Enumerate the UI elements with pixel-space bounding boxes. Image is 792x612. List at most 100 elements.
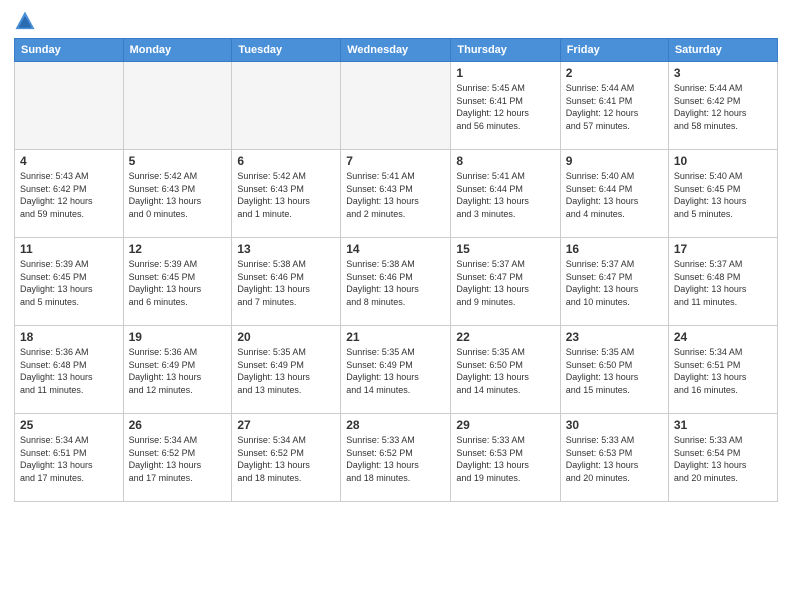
calendar-cell: 2 Sunrise: 5:44 AM Sunset: 6:41 PM Daylig… xyxy=(560,62,668,150)
calendar-cell: 5 Sunrise: 5:42 AM Sunset: 6:43 PM Daylig… xyxy=(123,150,232,238)
cell-info: Sunrise: 5:37 AM Sunset: 6:48 PM Dayligh… xyxy=(674,258,772,308)
calendar-cell xyxy=(15,62,124,150)
header xyxy=(14,10,778,32)
day-number: 27 xyxy=(237,418,335,432)
cell-info: Sunrise: 5:42 AM Sunset: 6:43 PM Dayligh… xyxy=(237,170,335,220)
day-number: 28 xyxy=(346,418,445,432)
calendar-cell: 3 Sunrise: 5:44 AM Sunset: 6:42 PM Daylig… xyxy=(668,62,777,150)
calendar-cell: 25 Sunrise: 5:34 AM Sunset: 6:51 PM Dayli… xyxy=(15,414,124,502)
day-header-sunday: Sunday xyxy=(15,39,124,62)
calendar-cell: 6 Sunrise: 5:42 AM Sunset: 6:43 PM Daylig… xyxy=(232,150,341,238)
calendar-cell: 17 Sunrise: 5:37 AM Sunset: 6:48 PM Dayli… xyxy=(668,238,777,326)
day-number: 4 xyxy=(20,154,118,168)
day-number: 13 xyxy=(237,242,335,256)
calendar-cell xyxy=(232,62,341,150)
calendar-table: SundayMondayTuesdayWednesdayThursdayFrid… xyxy=(14,38,778,502)
cell-info: Sunrise: 5:36 AM Sunset: 6:49 PM Dayligh… xyxy=(129,346,227,396)
day-number: 18 xyxy=(20,330,118,344)
day-number: 24 xyxy=(674,330,772,344)
cell-info: Sunrise: 5:41 AM Sunset: 6:43 PM Dayligh… xyxy=(346,170,445,220)
calendar-week-4: 18 Sunrise: 5:36 AM Sunset: 6:48 PM Dayli… xyxy=(15,326,778,414)
cell-info: Sunrise: 5:38 AM Sunset: 6:46 PM Dayligh… xyxy=(346,258,445,308)
calendar-cell: 10 Sunrise: 5:40 AM Sunset: 6:45 PM Dayli… xyxy=(668,150,777,238)
logo xyxy=(14,10,40,32)
calendar-cell: 12 Sunrise: 5:39 AM Sunset: 6:45 PM Dayli… xyxy=(123,238,232,326)
calendar-cell xyxy=(123,62,232,150)
day-number: 17 xyxy=(674,242,772,256)
calendar-cell: 26 Sunrise: 5:34 AM Sunset: 6:52 PM Dayli… xyxy=(123,414,232,502)
cell-info: Sunrise: 5:40 AM Sunset: 6:44 PM Dayligh… xyxy=(566,170,663,220)
cell-info: Sunrise: 5:35 AM Sunset: 6:49 PM Dayligh… xyxy=(237,346,335,396)
day-number: 30 xyxy=(566,418,663,432)
cell-info: Sunrise: 5:33 AM Sunset: 6:53 PM Dayligh… xyxy=(566,434,663,484)
cell-info: Sunrise: 5:33 AM Sunset: 6:52 PM Dayligh… xyxy=(346,434,445,484)
calendar-cell: 14 Sunrise: 5:38 AM Sunset: 6:46 PM Dayli… xyxy=(341,238,451,326)
cell-info: Sunrise: 5:36 AM Sunset: 6:48 PM Dayligh… xyxy=(20,346,118,396)
page-container: SundayMondayTuesdayWednesdayThursdayFrid… xyxy=(0,0,792,512)
logo-icon xyxy=(14,10,36,32)
cell-info: Sunrise: 5:34 AM Sunset: 6:51 PM Dayligh… xyxy=(20,434,118,484)
day-number: 3 xyxy=(674,66,772,80)
day-number: 16 xyxy=(566,242,663,256)
cell-info: Sunrise: 5:34 AM Sunset: 6:52 PM Dayligh… xyxy=(237,434,335,484)
day-number: 9 xyxy=(566,154,663,168)
day-number: 20 xyxy=(237,330,335,344)
cell-info: Sunrise: 5:44 AM Sunset: 6:41 PM Dayligh… xyxy=(566,82,663,132)
day-number: 5 xyxy=(129,154,227,168)
cell-info: Sunrise: 5:42 AM Sunset: 6:43 PM Dayligh… xyxy=(129,170,227,220)
calendar-cell: 28 Sunrise: 5:33 AM Sunset: 6:52 PM Dayli… xyxy=(341,414,451,502)
calendar-cell: 24 Sunrise: 5:34 AM Sunset: 6:51 PM Dayli… xyxy=(668,326,777,414)
cell-info: Sunrise: 5:34 AM Sunset: 6:51 PM Dayligh… xyxy=(674,346,772,396)
day-header-tuesday: Tuesday xyxy=(232,39,341,62)
calendar-week-2: 4 Sunrise: 5:43 AM Sunset: 6:42 PM Daylig… xyxy=(15,150,778,238)
day-number: 26 xyxy=(129,418,227,432)
calendar-cell: 21 Sunrise: 5:35 AM Sunset: 6:49 PM Dayli… xyxy=(341,326,451,414)
calendar-week-3: 11 Sunrise: 5:39 AM Sunset: 6:45 PM Dayli… xyxy=(15,238,778,326)
cell-info: Sunrise: 5:34 AM Sunset: 6:52 PM Dayligh… xyxy=(129,434,227,484)
cell-info: Sunrise: 5:33 AM Sunset: 6:54 PM Dayligh… xyxy=(674,434,772,484)
calendar-cell: 1Sunrise: 5:45 AM Sunset: 6:41 PM Daylig… xyxy=(451,62,560,150)
cell-info: Sunrise: 5:43 AM Sunset: 6:42 PM Dayligh… xyxy=(20,170,118,220)
day-number: 11 xyxy=(20,242,118,256)
day-number: 25 xyxy=(20,418,118,432)
calendar-cell: 13Sunrise: 5:38 AM Sunset: 6:46 PM Dayli… xyxy=(232,238,341,326)
calendar-cell: 30 Sunrise: 5:33 AM Sunset: 6:53 PM Dayli… xyxy=(560,414,668,502)
calendar-cell: 19 Sunrise: 5:36 AM Sunset: 6:49 PM Dayli… xyxy=(123,326,232,414)
calendar-week-5: 25 Sunrise: 5:34 AM Sunset: 6:51 PM Dayli… xyxy=(15,414,778,502)
day-number: 19 xyxy=(129,330,227,344)
cell-info: Sunrise: 5:37 AM Sunset: 6:47 PM Dayligh… xyxy=(456,258,554,308)
calendar-cell: 29 Sunrise: 5:33 AM Sunset: 6:53 PM Dayli… xyxy=(451,414,560,502)
day-number: 8 xyxy=(456,154,554,168)
day-number: 29 xyxy=(456,418,554,432)
day-number: 31 xyxy=(674,418,772,432)
day-number: 2 xyxy=(566,66,663,80)
day-number: 21 xyxy=(346,330,445,344)
day-header-monday: Monday xyxy=(123,39,232,62)
day-number: 12 xyxy=(129,242,227,256)
calendar-header-row: SundayMondayTuesdayWednesdayThursdayFrid… xyxy=(15,39,778,62)
cell-info: Sunrise: 5:40 AM Sunset: 6:45 PM Dayligh… xyxy=(674,170,772,220)
calendar-cell: 8 Sunrise: 5:41 AM Sunset: 6:44 PM Daylig… xyxy=(451,150,560,238)
day-number: 6 xyxy=(237,154,335,168)
calendar-cell: 23Sunrise: 5:35 AM Sunset: 6:50 PM Dayli… xyxy=(560,326,668,414)
cell-info: Sunrise: 5:44 AM Sunset: 6:42 PM Dayligh… xyxy=(674,82,772,132)
cell-info: Sunrise: 5:35 AM Sunset: 6:49 PM Dayligh… xyxy=(346,346,445,396)
calendar-cell: 27 Sunrise: 5:34 AM Sunset: 6:52 PM Dayli… xyxy=(232,414,341,502)
cell-info: Sunrise: 5:33 AM Sunset: 6:53 PM Dayligh… xyxy=(456,434,554,484)
calendar-cell: 22Sunrise: 5:35 AM Sunset: 6:50 PM Dayli… xyxy=(451,326,560,414)
day-number: 7 xyxy=(346,154,445,168)
day-number: 10 xyxy=(674,154,772,168)
cell-info: Sunrise: 5:41 AM Sunset: 6:44 PM Dayligh… xyxy=(456,170,554,220)
calendar-cell: 7 Sunrise: 5:41 AM Sunset: 6:43 PM Daylig… xyxy=(341,150,451,238)
cell-info: Sunrise: 5:37 AM Sunset: 6:47 PM Dayligh… xyxy=(566,258,663,308)
day-number: 23 xyxy=(566,330,663,344)
cell-info: Sunrise: 5:35 AM Sunset: 6:50 PM Dayligh… xyxy=(456,346,554,396)
day-number: 15 xyxy=(456,242,554,256)
cell-info: Sunrise: 5:45 AM Sunset: 6:41 PM Dayligh… xyxy=(456,82,554,132)
cell-info: Sunrise: 5:39 AM Sunset: 6:45 PM Dayligh… xyxy=(20,258,118,308)
calendar-week-1: 1Sunrise: 5:45 AM Sunset: 6:41 PM Daylig… xyxy=(15,62,778,150)
cell-info: Sunrise: 5:39 AM Sunset: 6:45 PM Dayligh… xyxy=(129,258,227,308)
calendar-cell: 11 Sunrise: 5:39 AM Sunset: 6:45 PM Dayli… xyxy=(15,238,124,326)
day-number: 14 xyxy=(346,242,445,256)
day-header-friday: Friday xyxy=(560,39,668,62)
